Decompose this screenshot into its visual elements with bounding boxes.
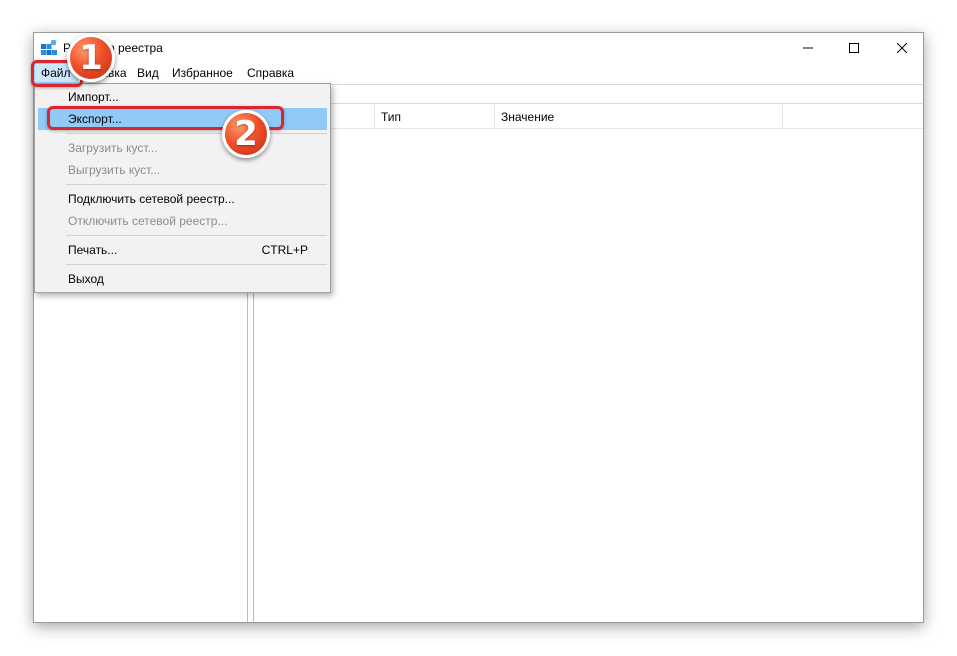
menu-separator xyxy=(66,235,327,236)
list-header: Имя Тип Значение xyxy=(255,105,923,129)
menu-separator xyxy=(66,184,327,185)
menu-item-import[interactable]: Импорт... xyxy=(38,86,327,108)
menu-separator xyxy=(66,264,327,265)
minimize-icon xyxy=(803,47,813,49)
close-icon xyxy=(897,43,907,53)
print-shortcut: CTRL+P xyxy=(261,243,308,257)
minimize-button[interactable] xyxy=(785,33,831,63)
menu-item-exit[interactable]: Выход xyxy=(38,268,327,290)
menu-bar: Файл Правка Вид Избранное Справка xyxy=(34,63,923,83)
registry-editor-icon xyxy=(41,39,57,56)
step2-badge: 2 xyxy=(222,110,270,158)
menu-view[interactable]: Вид xyxy=(131,63,165,83)
column-value[interactable]: Значение xyxy=(495,105,783,129)
menu-help[interactable]: Справка xyxy=(241,63,300,83)
maximize-icon xyxy=(849,43,859,53)
menu-item-print[interactable]: Печать... CTRL+P xyxy=(38,239,327,261)
title-bar[interactable]: Редактор реестра xyxy=(34,33,923,63)
menu-item-load-hive: Загрузить куст... xyxy=(68,141,158,155)
values-list-pane[interactable]: Имя Тип Значение xyxy=(255,105,923,622)
menu-item-unload-hive: Выгрузить куст... xyxy=(68,163,161,177)
menu-item-disconnect-network-registry: Отключить сетевой реестр... xyxy=(68,214,228,228)
column-type[interactable]: Тип xyxy=(375,105,495,129)
menu-item-connect-network-registry[interactable]: Подключить сетевой реестр... xyxy=(38,188,327,210)
menu-separator xyxy=(66,133,327,134)
menu-favorites[interactable]: Избранное xyxy=(166,63,239,83)
close-button[interactable] xyxy=(879,33,925,63)
maximize-button[interactable] xyxy=(831,33,877,63)
menu-item-print-label: Печать... xyxy=(68,243,118,257)
step1-badge: 1 xyxy=(67,34,115,82)
